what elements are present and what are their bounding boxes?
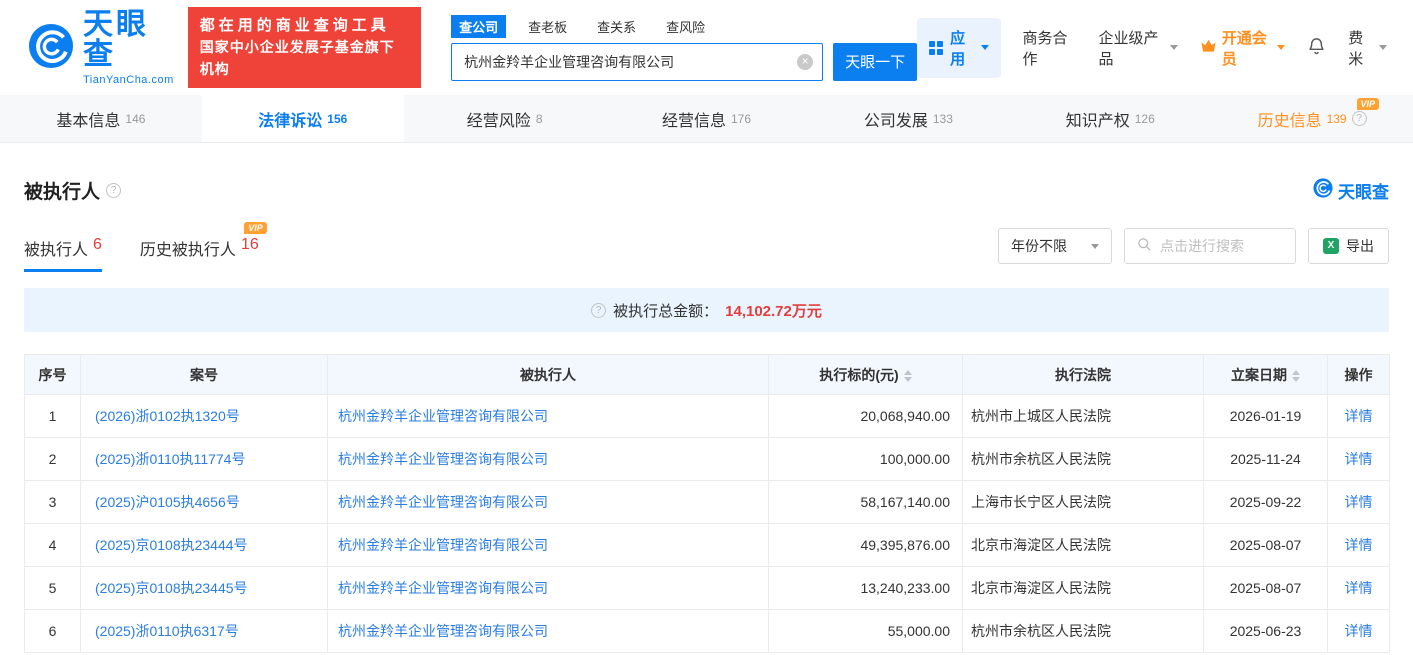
main-content: 被执行人 ? 天眼查 被执行人 6 VIP 历史被执行人 16 年份不限	[0, 177, 1413, 653]
apps-grid-icon	[929, 41, 943, 55]
chevron-down-icon	[1091, 244, 1099, 249]
search-tab-risk[interactable]: 查风险	[658, 15, 713, 38]
brand-domain: TianYanCha.com	[83, 74, 174, 86]
col-header-person: 被执行人	[328, 355, 769, 395]
user-menu[interactable]: 费米	[1348, 27, 1387, 69]
col-header-court: 执行法院	[963, 355, 1204, 395]
slogan-line2: 国家中小企业发展子基金旗下机构	[200, 37, 409, 80]
case-number-link[interactable]: (2025)京0108执23445号	[95, 580, 248, 596]
subtab-executed-person[interactable]: 被执行人 6	[24, 230, 102, 272]
detail-link[interactable]: 详情	[1345, 623, 1373, 639]
business-coop-link[interactable]: 商务合作	[1023, 27, 1077, 69]
case-number-link[interactable]: (2026)浙0102执1320号	[95, 408, 240, 424]
year-filter-dropdown[interactable]: 年份不限	[998, 228, 1112, 264]
top-bar: 天眼查 TianYanCha.com 都在用的商业查询工具 国家中小企业发展子基…	[0, 0, 1413, 95]
search-button[interactable]: 天眼一下	[833, 43, 917, 81]
company-link[interactable]: 杭州金羚羊企业管理咨询有限公司	[338, 580, 548, 596]
enterprise-product-link[interactable]: 企业级产品	[1099, 27, 1178, 69]
detail-link[interactable]: 详情	[1345, 537, 1373, 553]
crown-icon	[1200, 39, 1217, 57]
sort-icon[interactable]	[1292, 370, 1300, 382]
executed-total-summary: ? 被执行总金额： 14,102.72万元	[24, 288, 1389, 332]
subtab-history-executed-person[interactable]: VIP 历史被执行人 16	[140, 230, 259, 272]
tianyancha-logo-icon	[1313, 178, 1333, 203]
case-number-link[interactable]: (2025)浙0110执11774号	[95, 451, 245, 467]
chevron-down-icon	[1170, 45, 1178, 50]
slogan-line1: 都在用的商业查询工具	[200, 14, 409, 37]
username: 费米	[1348, 27, 1374, 69]
search-block: 查公司 查老板 查关系 查风险 × 天眼一下	[451, 15, 917, 81]
list-controls: 年份不限 X 导出	[998, 228, 1389, 272]
tab-operation-info[interactable]: 经营信息 176	[606, 95, 808, 142]
sort-icon[interactable]	[904, 370, 912, 382]
vip-badge: VIP	[1357, 98, 1380, 110]
help-icon[interactable]: ?	[1352, 111, 1367, 126]
table-row: 3 (2025)沪0105执4656号 杭州金羚羊企业管理咨询有限公司 58,1…	[25, 481, 1390, 524]
table-row: 2 (2025)浙0110执11774号 杭州金羚羊企业管理咨询有限公司 100…	[25, 438, 1390, 481]
col-header-no: 序号	[25, 355, 81, 395]
executed-person-table: 序号 案号 被执行人 执行标的(元) 执行法院 立案日期 操作 1 (2026)…	[24, 354, 1390, 653]
company-detail-tabs: 基本信息 146 法律诉讼 156 经营风险 8 经营信息 176 公司发展 1…	[0, 95, 1413, 143]
clear-input-icon[interactable]: ×	[797, 54, 813, 70]
case-number-link[interactable]: (2025)沪0105执4656号	[95, 494, 240, 510]
case-number-link[interactable]: (2025)浙0110执6317号	[95, 623, 239, 639]
open-vip-link[interactable]: 开通会员	[1200, 27, 1286, 69]
company-link[interactable]: 杭州金羚羊企业管理咨询有限公司	[338, 537, 548, 553]
case-number-link[interactable]: (2025)京0108执23444号	[95, 537, 248, 553]
tab-intellectual-property[interactable]: 知识产权 126	[1009, 95, 1211, 142]
search-icon	[1137, 237, 1152, 255]
chevron-down-icon	[981, 45, 989, 50]
export-button[interactable]: X 导出	[1308, 228, 1389, 264]
tab-operation-risk[interactable]: 经营风险 8	[404, 95, 606, 142]
tab-basic-info[interactable]: 基本信息 146	[0, 95, 202, 142]
table-row: 4 (2025)京0108执23444号 杭州金羚羊企业管理咨询有限公司 49,…	[25, 524, 1390, 567]
table-header-row: 序号 案号 被执行人 执行标的(元) 执行法院 立案日期 操作	[25, 355, 1390, 395]
tab-history-info[interactable]: VIP 历史信息 139 ?	[1211, 95, 1413, 142]
chevron-down-icon	[1277, 45, 1285, 50]
detail-link[interactable]: 详情	[1345, 494, 1373, 510]
tianyancha-watermark: 天眼查	[1313, 178, 1389, 203]
chevron-down-icon	[1379, 45, 1387, 50]
company-link[interactable]: 杭州金羚羊企业管理咨询有限公司	[338, 451, 548, 467]
company-search-input[interactable]	[451, 43, 823, 81]
help-icon[interactable]: ?	[106, 183, 121, 198]
col-header-amount[interactable]: 执行标的(元)	[769, 355, 963, 395]
table-row: 5 (2025)京0108执23445号 杭州金羚羊企业管理咨询有限公司 13,…	[25, 567, 1390, 610]
table-row: 6 (2025)浙0110执6317号 杭州金羚羊企业管理咨询有限公司 55,0…	[25, 610, 1390, 653]
table-search-input[interactable]	[1160, 238, 1280, 254]
detail-link[interactable]: 详情	[1345, 408, 1373, 424]
col-header-date[interactable]: 立案日期	[1204, 355, 1328, 395]
summary-amount: 14,102.72万元	[725, 300, 822, 321]
slogan-banner: 都在用的商业查询工具 国家中小企业发展子基金旗下机构	[188, 7, 421, 88]
top-right-nav: 应用 商务合作 企业级产品 开通会员 费米	[917, 18, 1387, 78]
search-tabs: 查公司 查老板 查关系 查风险	[451, 15, 917, 38]
apps-label: 应用	[950, 27, 973, 69]
col-header-action: 操作	[1328, 355, 1390, 395]
company-link[interactable]: 杭州金羚羊企业管理咨询有限公司	[338, 623, 548, 639]
company-link[interactable]: 杭州金羚羊企业管理咨询有限公司	[338, 494, 548, 510]
excel-icon: X	[1323, 238, 1339, 254]
page-title: 被执行人	[24, 177, 100, 204]
help-icon[interactable]: ?	[591, 303, 606, 318]
tab-company-development[interactable]: 公司发展 133	[807, 95, 1009, 142]
apps-menu-button[interactable]: 应用	[917, 18, 1000, 78]
notifications-bell-icon[interactable]	[1307, 36, 1326, 60]
detail-link[interactable]: 详情	[1345, 451, 1373, 467]
vip-badge: VIP	[244, 222, 267, 234]
company-link[interactable]: 杭州金羚羊企业管理咨询有限公司	[338, 408, 548, 424]
brand-name: 天眼查	[83, 10, 174, 70]
tianyancha-logo-icon	[28, 23, 74, 72]
search-tab-boss[interactable]: 查老板	[520, 15, 575, 38]
table-row: 1 (2026)浙0102执1320号 杭州金羚羊企业管理咨询有限公司 20,0…	[25, 395, 1390, 438]
col-header-case-no: 案号	[81, 355, 328, 395]
tab-legal-litigation[interactable]: 法律诉讼 156	[202, 95, 404, 142]
summary-label: 被执行总金额：	[613, 300, 718, 321]
search-tab-company[interactable]: 查公司	[451, 15, 506, 38]
table-search-box[interactable]	[1124, 228, 1296, 264]
detail-link[interactable]: 详情	[1345, 580, 1373, 596]
search-tab-relation[interactable]: 查关系	[589, 15, 644, 38]
tianyancha-logo[interactable]: 天眼查 TianYanCha.com	[28, 10, 174, 86]
